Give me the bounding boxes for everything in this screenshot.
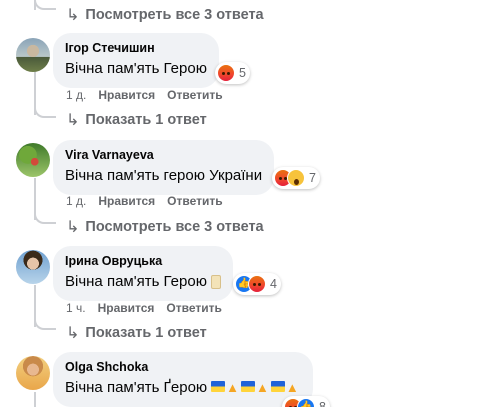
comment-bubble: Vira Varnayeva Вічна пам'ять герою Украї…	[53, 140, 275, 195]
comment-bubble: Olga Shchoka Вічна пам'ять Ґерою ▲ ▲ ▲	[53, 352, 313, 407]
reaction-count: 7	[309, 171, 316, 185]
comment-text-content: Вічна пам'ять Ґерою	[65, 379, 208, 396]
thread-line	[34, 392, 36, 407]
comment-text-content: Вічна пам'ять Герою	[65, 273, 207, 290]
reaction-summary[interactable]: 7	[272, 167, 320, 189]
reply-arrow-icon: ↳	[66, 325, 80, 342]
reply-button[interactable]: Ответить	[167, 88, 222, 102]
thread-connector	[34, 0, 56, 10]
comment-time[interactable]: 1 ч.	[66, 301, 86, 315]
comment-text: Вічна пам'ять герою України	[65, 167, 263, 184]
pray-icon: ▲	[256, 380, 269, 395]
view-replies-label: Показать 1 ответ	[85, 112, 207, 128]
comment-author[interactable]: Olga Shchoka	[65, 360, 301, 375]
like-button[interactable]: Нравится	[98, 88, 155, 102]
reaction-count: 5	[239, 66, 246, 80]
pray-icon: ▲	[285, 380, 299, 395]
comment-actions: 1 ч. Нравится Ответить	[66, 301, 222, 315]
comment-time[interactable]: 1 д.	[66, 88, 86, 102]
reply-button[interactable]: Ответить	[167, 194, 222, 208]
view-replies-label: Посмотреть все 3 ответа	[85, 7, 264, 23]
comment-actions: 1 д. Нравится Ответить	[66, 194, 223, 208]
avatar[interactable]	[16, 38, 50, 72]
view-replies-label: Показать 1 ответ	[85, 325, 207, 341]
reaction-summary[interactable]: 👍 8	[282, 396, 330, 407]
comment-time[interactable]: 1 д.	[66, 194, 86, 208]
comment-bubble: Ірина Овруцька Вічна пам'ять Герою	[53, 246, 233, 301]
reaction-summary[interactable]: 👍 4	[233, 273, 281, 295]
ukraine-flag-icon	[241, 381, 256, 392]
comment-author[interactable]: Ігор Стечишин	[65, 41, 207, 56]
pray-icon: ▲	[226, 380, 240, 395]
comment-text: Вічна пам'ять Ґерою ▲ ▲ ▲	[65, 378, 301, 398]
thread-connector	[34, 104, 56, 118]
comment-text: Вічна пам'ять Герою	[65, 272, 221, 292]
avatar[interactable]	[16, 356, 50, 390]
comment-text: Вічна пам'ять Герою	[65, 60, 207, 77]
wow-icon	[287, 169, 305, 187]
comment-bubble: Ігор Стечишин Вічна пам'ять Герою	[53, 33, 219, 88]
comment-author[interactable]: Ірина Овруцька	[65, 254, 221, 269]
like-button[interactable]: Нравится	[98, 301, 155, 315]
view-replies-link[interactable]: ↳ Посмотреть все 3 ответа	[66, 5, 264, 25]
like-icon: 👍	[297, 398, 315, 407]
reply-button[interactable]: Ответить	[166, 301, 221, 315]
reaction-count: 4	[270, 277, 277, 291]
like-button[interactable]: Нравится	[98, 194, 155, 208]
view-replies-label: Посмотреть все 3 ответа	[85, 219, 264, 235]
reaction-summary[interactable]: 5	[215, 62, 250, 84]
angry-icon	[217, 64, 235, 82]
ukraine-flag-icon	[270, 381, 285, 392]
reply-arrow-icon: ↳	[66, 219, 80, 236]
thread-connector	[34, 316, 56, 330]
reply-arrow-icon: ↳	[66, 112, 80, 129]
comment-actions: 1 д. Нравится Ответить	[66, 88, 223, 102]
avatar[interactable]	[16, 143, 50, 177]
reply-arrow-icon: ↳	[66, 7, 80, 24]
comment-author[interactable]: Vira Varnayeva	[65, 148, 262, 163]
view-replies-link[interactable]: ↳ Посмотреть все 3 ответа	[66, 217, 264, 237]
reaction-count: 8	[319, 400, 326, 407]
avatar[interactable]	[16, 250, 50, 284]
thread-connector	[34, 210, 56, 224]
angry-icon	[248, 275, 266, 293]
scroll-emoji-icon	[210, 275, 221, 289]
view-replies-link[interactable]: ↳ Показать 1 ответ	[66, 323, 207, 343]
flag-pray-emojis: ▲ ▲ ▲	[211, 378, 301, 398]
view-replies-link[interactable]: ↳ Показать 1 ответ	[66, 110, 207, 130]
ukraine-flag-icon	[211, 381, 226, 392]
